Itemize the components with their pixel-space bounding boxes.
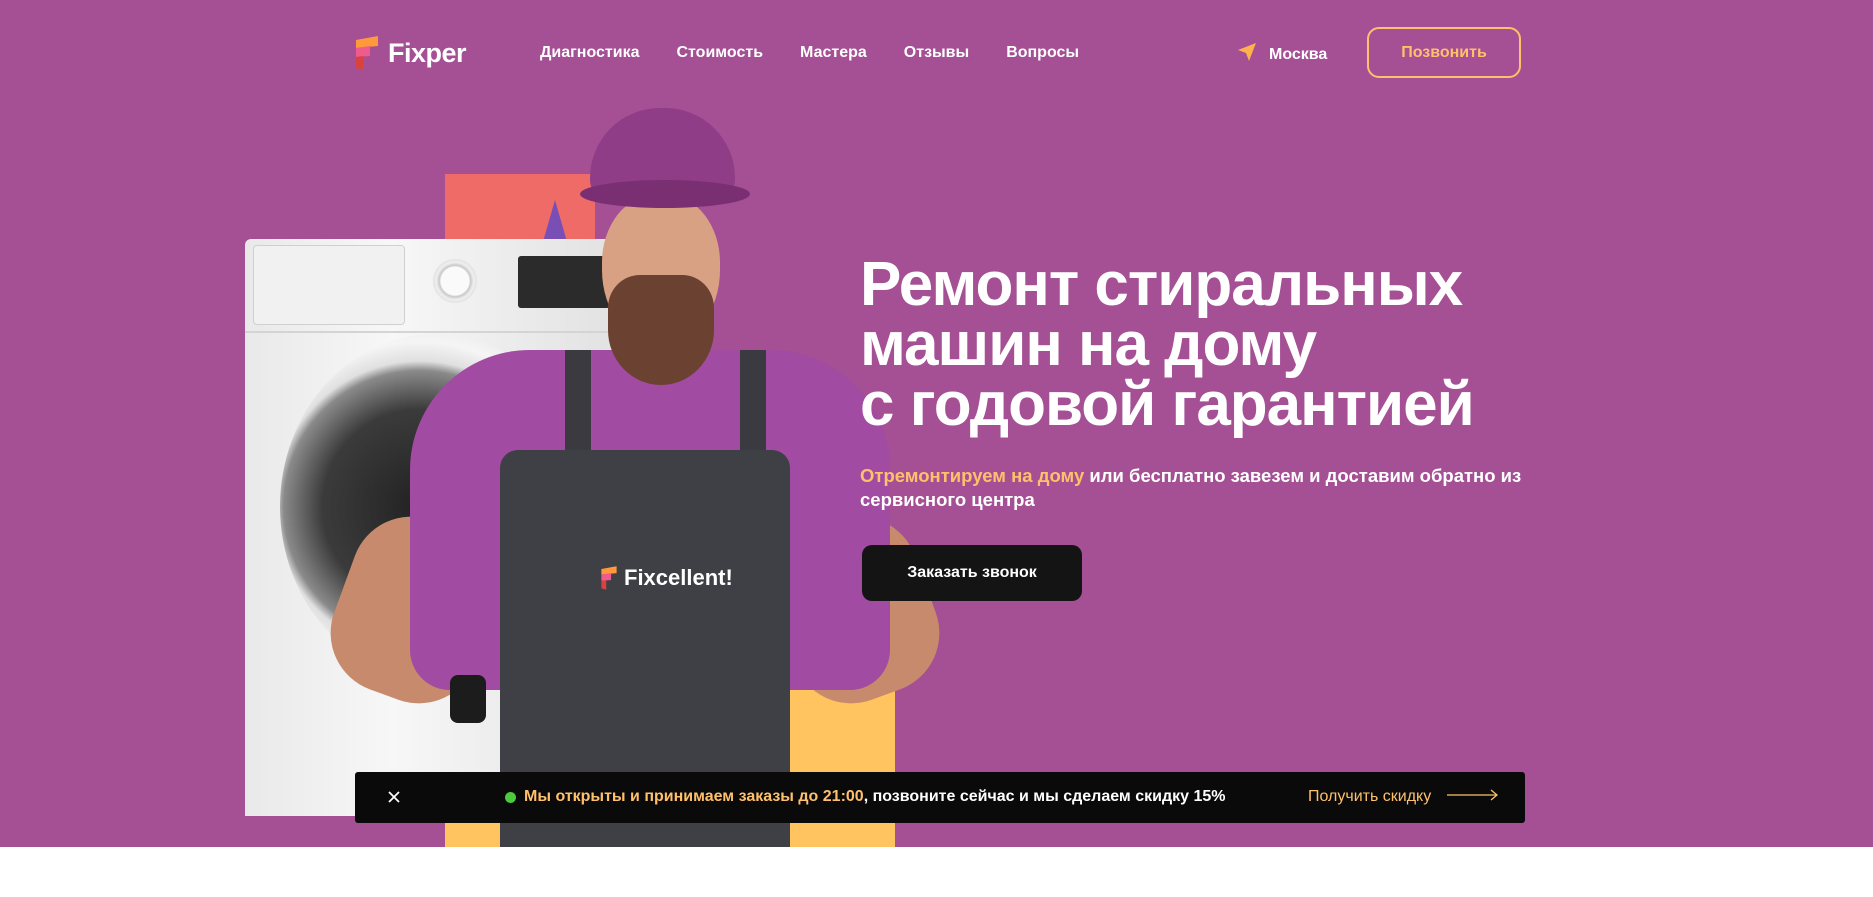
status-open-icon xyxy=(505,791,516,803)
hero-subtitle-accent: Отремонтируем на дому xyxy=(860,465,1085,486)
get-discount-label: Получить скидку xyxy=(1308,788,1432,805)
hero-subtitle: Отремонтируем на дому или бесплатно заве… xyxy=(860,464,1560,512)
get-discount-link[interactable]: Получить скидку xyxy=(1308,788,1499,806)
nav-masters[interactable]: Мастера xyxy=(800,44,867,62)
close-icon[interactable] xyxy=(385,788,403,806)
nav-pricing[interactable]: Стоимость xyxy=(677,44,764,62)
hero-title: Ремонт стиральных машин на дому с годово… xyxy=(860,250,1600,439)
brand-name: Fixper xyxy=(388,37,467,68)
promo-message: Мы открыты и принимаем заказы до 21:00 ,… xyxy=(505,788,1225,806)
main-nav: Диагностика Стоимость Мастера Отзывы Воп… xyxy=(540,44,1079,62)
wrist-watch xyxy=(450,675,486,723)
arrow-right-icon xyxy=(1447,788,1499,806)
promo-bar: Мы открыты и принимаем заказы до 21:00 ,… xyxy=(355,772,1525,823)
repairman-photo: Fixcellent! xyxy=(313,100,957,847)
city-selector[interactable]: Москва xyxy=(1237,42,1327,67)
logo-mark-icon xyxy=(354,36,380,70)
nav-diagnostics[interactable]: Диагностика xyxy=(540,44,640,62)
hero-title-line: машин на дому xyxy=(860,310,1317,379)
call-button[interactable]: Позвонить xyxy=(1367,27,1521,78)
nav-faq[interactable]: Вопросы xyxy=(1006,44,1079,62)
nav-reviews[interactable]: Отзывы xyxy=(904,44,969,62)
logo[interactable]: Fixper xyxy=(354,36,467,70)
repairman-beard xyxy=(608,275,714,385)
hero-section: Fixper Диагностика Стоимость Мастера Отз… xyxy=(0,0,1873,847)
hero-title-line: с годовой гарантией xyxy=(860,370,1475,439)
location-arrow-icon xyxy=(1237,42,1257,67)
repairman-cap-brim xyxy=(580,180,750,208)
promo-message-text: , позвоните сейчас и мы сделаем скидку 1… xyxy=(863,788,1226,805)
order-call-button[interactable]: Заказать звонок xyxy=(862,545,1082,601)
hero-title-line: Ремонт стиральных xyxy=(860,250,1463,319)
city-label: Москва xyxy=(1269,45,1328,63)
apron-logo: Fixcellent! xyxy=(600,565,733,591)
apron-logo-icon xyxy=(601,566,617,590)
promo-message-accent: Мы открыты и принимаем заказы до 21:00 xyxy=(524,788,864,805)
apron-brand-text: Fixcellent! xyxy=(624,565,733,590)
